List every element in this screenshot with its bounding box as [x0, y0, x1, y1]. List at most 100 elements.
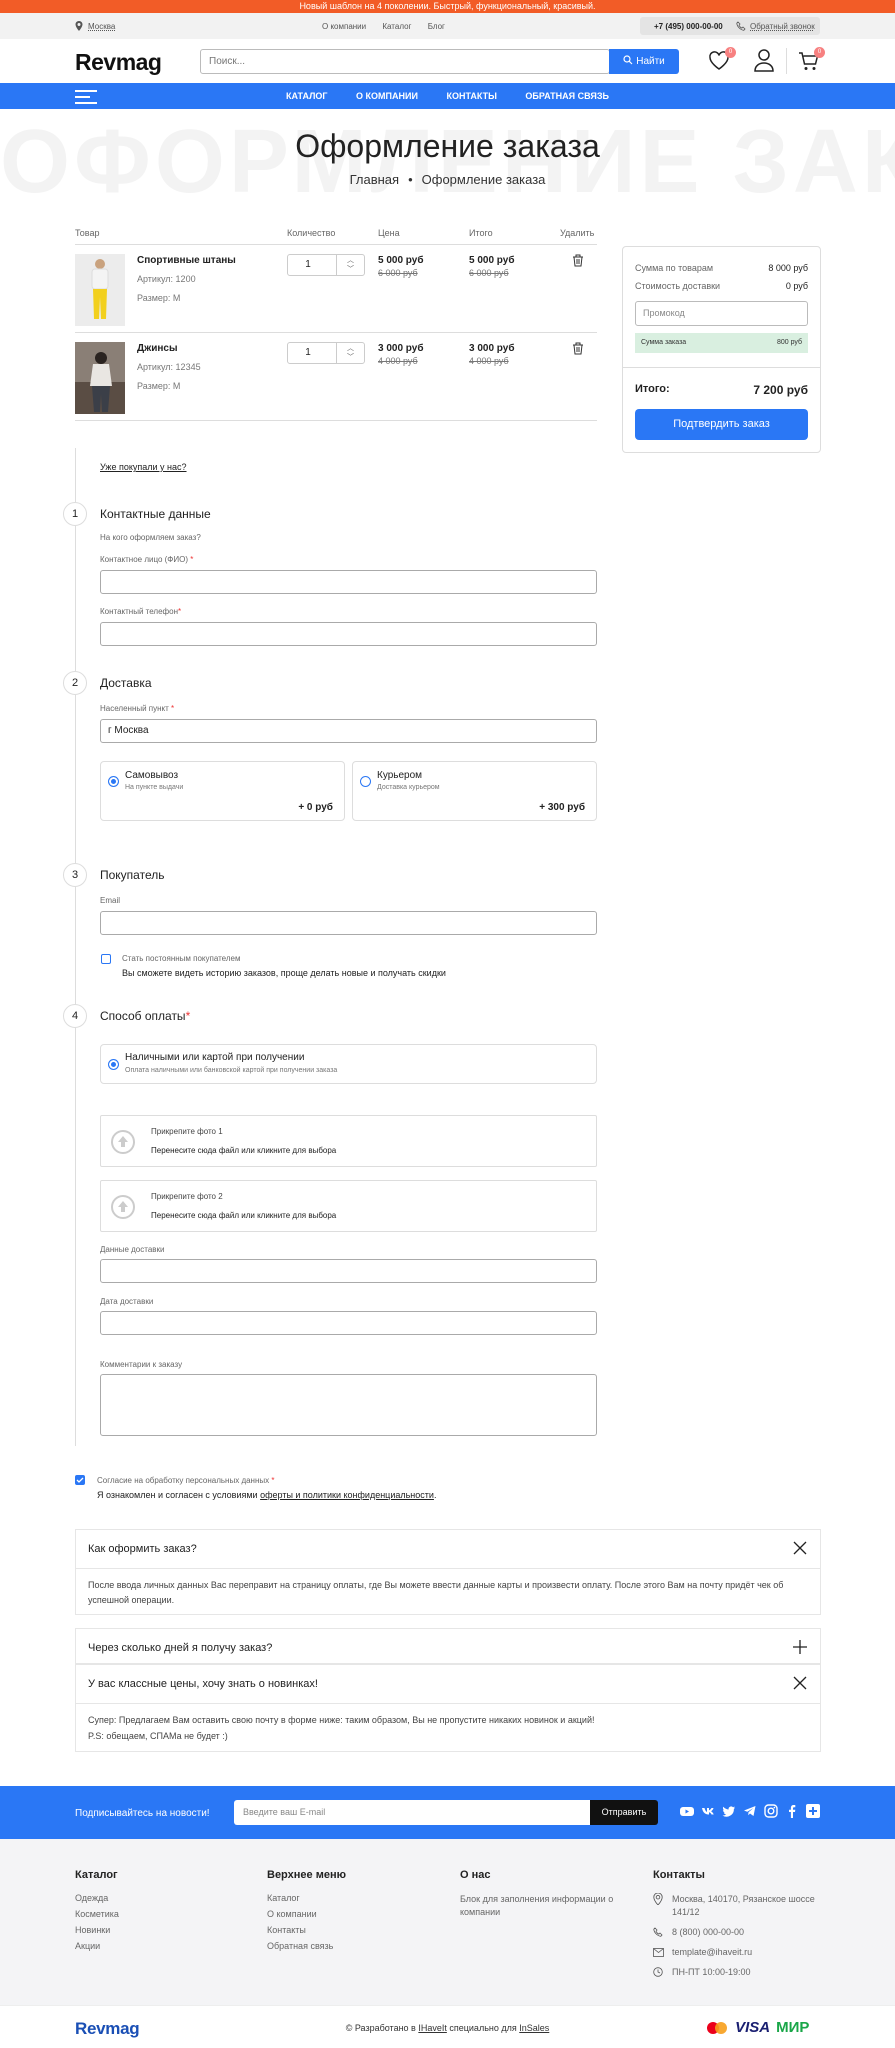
- product-article: Артикул: 12345: [137, 362, 201, 372]
- promo-code-input[interactable]: Промокод: [635, 301, 808, 326]
- faq-question[interactable]: Через сколько дней я получу заказ?: [88, 1642, 272, 1654]
- faq-item[interactable]: У вас классные цены, хочу знать о новинк…: [75, 1664, 821, 1752]
- delivery-cost-value: 0 руб: [785, 281, 808, 291]
- name-field[interactable]: [100, 570, 597, 594]
- footer-link[interactable]: Косметика: [75, 1909, 119, 1919]
- chevron-down-icon[interactable]: ﹀: [337, 353, 364, 362]
- callback-link[interactable]: Обратный звонок: [750, 22, 815, 31]
- nav-feedback[interactable]: ОБРАТНАЯ СВЯЗЬ: [525, 91, 609, 101]
- footer-link[interactable]: Акции: [75, 1941, 119, 1951]
- section-title: Покупатель: [100, 868, 165, 882]
- name-label: Контактное лицо (ФИО) *: [100, 555, 193, 564]
- vk-icon[interactable]: [701, 1804, 715, 1818]
- phone-field[interactable]: [100, 622, 597, 646]
- plus-square-icon[interactable]: [806, 1804, 820, 1818]
- footer-catalog-title: Каталог: [75, 1869, 118, 1881]
- consent-link[interactable]: оферты и политики конфиденциальности: [260, 1490, 434, 1500]
- footer-link[interactable]: О компании: [267, 1909, 346, 1919]
- nav-catalog[interactable]: КАТАЛОГ: [286, 91, 328, 101]
- chevron-up-icon[interactable]: ︿: [337, 344, 364, 353]
- consent-checkbox[interactable]: [75, 1475, 85, 1485]
- footer-about: О нас Блок для заполнения информации о к…: [460, 1869, 640, 1925]
- search-input[interactable]: [201, 50, 581, 73]
- old-price: 4 000 руб: [378, 356, 418, 366]
- quantity-value[interactable]: 1: [288, 255, 328, 275]
- product-name[interactable]: Спортивные штаны: [137, 255, 236, 266]
- comment-textarea[interactable]: [100, 1374, 597, 1436]
- nav-about[interactable]: О КОМПАНИИ: [356, 91, 418, 101]
- footer-link[interactable]: Одежда: [75, 1893, 119, 1903]
- nav-items: КАТАЛОГ О КОМПАНИИ КОНТАКТЫ ОБРАТНАЯ СВЯ…: [0, 83, 895, 109]
- quantity-arrows[interactable]: ︿ ﹀: [336, 255, 364, 275]
- faq-item[interactable]: Через сколько дней я получу заказ?: [75, 1628, 821, 1664]
- phone-block: +7 (495) 000-00-00 Обратный звонок: [640, 17, 820, 35]
- cart-button[interactable]: 0: [797, 47, 825, 75]
- account-button[interactable]: [752, 47, 780, 75]
- nav-contacts[interactable]: КОНТАКТЫ: [446, 91, 496, 101]
- wishlist-button[interactable]: 0: [707, 47, 736, 75]
- file-upload-2[interactable]: Прикрепите фото 2 Перенесите сюда файл и…: [100, 1180, 597, 1232]
- radio-selected[interactable]: [108, 776, 119, 787]
- city-selector[interactable]: Москва: [88, 22, 115, 31]
- footer-phone[interactable]: 8 (800) 000-00-00: [672, 1927, 744, 1937]
- delivery-date-field[interactable]: [100, 1311, 597, 1335]
- instagram-icon[interactable]: [764, 1804, 778, 1818]
- platform-link[interactable]: InSales: [519, 2023, 549, 2033]
- radio-unselected[interactable]: [360, 776, 371, 787]
- footer-link[interactable]: Новинки: [75, 1925, 119, 1935]
- footer-email[interactable]: template@ihaveit.ru: [672, 1947, 752, 1957]
- phone-number[interactable]: +7 (495) 000-00-00: [654, 22, 723, 31]
- city-field[interactable]: г Москва: [100, 719, 597, 743]
- email-field[interactable]: [100, 911, 597, 935]
- product-image[interactable]: [75, 254, 125, 326]
- required-mark: *: [171, 704, 175, 713]
- chevron-up-icon[interactable]: ︿: [337, 256, 364, 265]
- search-button[interactable]: Найти: [609, 49, 679, 74]
- subscribe-email-input[interactable]: Введите ваш E-mail: [234, 1800, 591, 1825]
- chevron-down-icon[interactable]: ﹀: [337, 265, 364, 274]
- plus-icon[interactable]: [792, 1639, 808, 1655]
- telegram-icon[interactable]: [743, 1804, 757, 1818]
- confirm-order-button[interactable]: Подтвердить заказ: [635, 409, 808, 440]
- delivery-date-label: Дата доставки: [100, 1297, 154, 1306]
- top-menu-about[interactable]: О компании: [322, 22, 366, 31]
- product-image[interactable]: [75, 342, 125, 414]
- payment-option[interactable]: Наличными или картой при получении Оплат…: [100, 1044, 597, 1084]
- close-icon[interactable]: [792, 1675, 808, 1691]
- breadcrumb-home[interactable]: Главная: [350, 172, 399, 187]
- footer-link[interactable]: Каталог: [267, 1893, 346, 1903]
- facebook-icon[interactable]: [785, 1804, 799, 1818]
- top-menu-blog[interactable]: Блог: [428, 22, 445, 31]
- subscribe-button[interactable]: Отправить: [590, 1800, 658, 1825]
- contact-hint: На кого оформляем заказ?: [100, 533, 201, 542]
- delivery-data-field[interactable]: [100, 1259, 597, 1283]
- delivery-option-price: + 0 руб: [298, 802, 333, 813]
- quantity-value[interactable]: 1: [288, 343, 328, 363]
- footer-link[interactable]: Контакты: [267, 1925, 346, 1935]
- search-icon: [623, 55, 633, 65]
- trash-icon[interactable]: [572, 254, 584, 267]
- regular-customer-checkbox[interactable]: [101, 954, 111, 964]
- logo[interactable]: Revmag: [75, 49, 162, 76]
- quantity-arrows[interactable]: ︿ ﹀: [336, 343, 364, 363]
- faq-question[interactable]: Как оформить заказ?: [88, 1543, 197, 1555]
- file-upload-1[interactable]: Прикрепите фото 1 Перенесите сюда файл и…: [100, 1115, 597, 1167]
- delivery-option-pickup[interactable]: Самовывоз На пункте выдачи + 0 руб: [100, 761, 345, 821]
- radio-selected[interactable]: [108, 1059, 119, 1070]
- page-title: Оформление заказа: [295, 128, 600, 164]
- twitter-icon[interactable]: [722, 1804, 736, 1818]
- already-bought-link[interactable]: Уже покупали у нас?: [100, 462, 187, 472]
- top-menu-catalog[interactable]: Каталог: [382, 22, 411, 31]
- delivery-option-courier[interactable]: Курьером Доставка курьером + 300 руб: [352, 761, 597, 821]
- trash-icon[interactable]: [572, 342, 584, 355]
- faq-item[interactable]: Как оформить заказ? После ввода личных д…: [75, 1529, 821, 1615]
- burger-menu-icon[interactable]: [75, 90, 97, 104]
- studio-link[interactable]: IHaveIt: [418, 2023, 447, 2033]
- faq-question[interactable]: У вас классные цены, хочу знать о новинк…: [88, 1678, 318, 1690]
- footer-link[interactable]: Обратная связь: [267, 1941, 346, 1951]
- copyright-prefix: © Разработано в: [345, 2023, 416, 2033]
- regular-customer-desc: Вы сможете видеть историю заказов, проще…: [122, 968, 446, 978]
- youtube-icon[interactable]: [680, 1804, 694, 1818]
- close-icon[interactable]: [792, 1540, 808, 1556]
- product-name[interactable]: Джинсы: [137, 343, 178, 354]
